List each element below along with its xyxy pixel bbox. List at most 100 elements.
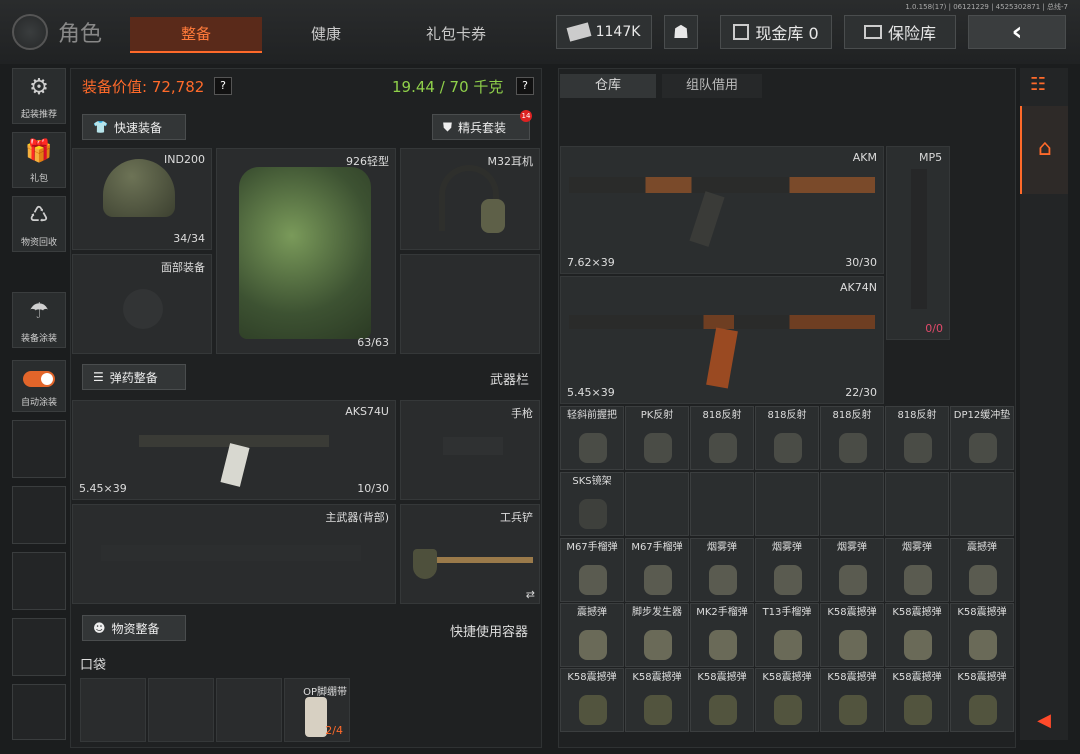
elite-badge: 14	[520, 110, 532, 122]
storage-cell[interactable]: K58震撼弹	[690, 668, 754, 732]
storage-cell[interactable]: K58震撼弹	[950, 603, 1014, 667]
pistol-slot[interactable]: 手枪	[400, 400, 540, 500]
collapse-button[interactable]: ◀	[1020, 702, 1068, 740]
storage-cell[interactable]: 818反射	[820, 406, 884, 470]
sidebar-item-paint[interactable]: ☂ 装备涂装	[12, 292, 66, 348]
storage-cell[interactable]: 烟雾弹	[820, 538, 884, 602]
headset-slot[interactable]: M32耳机	[400, 148, 540, 250]
storage-cell[interactable]: K58震撼弹	[885, 668, 949, 732]
elite-set-button[interactable]: ⛊ 精兵套装	[432, 114, 530, 140]
storage-cell[interactable]: 818反射	[690, 406, 754, 470]
storage-cell[interactable]: M67手榴弹	[560, 538, 624, 602]
empty-slot[interactable]	[400, 254, 540, 354]
storage-cell[interactable]: K58震撼弹	[755, 668, 819, 732]
ammo-prep-button[interactable]: ☰ 弹药整备	[82, 364, 186, 390]
safe-icon	[863, 25, 882, 39]
shield-icon: ⛊	[443, 119, 453, 134]
empty-storage-cell[interactable]	[885, 472, 949, 536]
storage-cell[interactable]: DP12缓冲垫	[950, 406, 1014, 470]
tab-equip[interactable]: 整备	[130, 17, 262, 53]
storage-cell[interactable]: 脚步发生器	[625, 603, 689, 667]
mp5-icon	[911, 169, 927, 309]
armor-slot[interactable]: 926轻型 63/63	[216, 148, 396, 354]
back-button[interactable]: ‹	[968, 15, 1066, 49]
primary-weapon-slot[interactable]: AKS74U 5.45×39 10/30	[72, 400, 396, 500]
storage-cell[interactable]: 烟雾弹	[885, 538, 949, 602]
value-help-icon[interactable]: ?	[214, 77, 232, 95]
storage-cell-label: 震撼弹	[967, 542, 997, 553]
storage-cell[interactable]: 震撼弹	[560, 603, 624, 667]
item-icon	[644, 630, 672, 660]
sidebar-item-gift[interactable]: 🎁 礼包	[12, 132, 66, 188]
weight-help-icon[interactable]: ?	[516, 77, 534, 95]
storage-cell[interactable]: SKS镜架	[560, 472, 624, 536]
helmet-slot[interactable]: IND200 34/34	[72, 148, 212, 250]
money-value: 1147K	[595, 24, 641, 40]
sidebar-item-recycle[interactable]: ♺ 物资回收	[12, 196, 66, 252]
empty-storage-cell[interactable]	[755, 472, 819, 536]
pocket-slot-4[interactable]: OP脚绷带 2/4	[284, 678, 350, 742]
storage-cell-label: 烟雾弹	[837, 542, 867, 553]
mp5-item[interactable]: MP5 0/0	[886, 146, 950, 340]
swap-icon[interactable]: ⇄	[526, 588, 535, 601]
tab-team-borrow[interactable]: 组队借用	[662, 74, 762, 98]
face-name: 面部装备	[161, 261, 205, 274]
akm-mag-icon	[689, 191, 725, 247]
pocket-label: 口袋	[80, 658, 107, 673]
empty-storage-cell[interactable]	[690, 472, 754, 536]
item-icon	[839, 565, 867, 595]
storage-cell[interactable]: K58震撼弹	[885, 603, 949, 667]
supply-prep-label: 物资整备	[111, 621, 160, 636]
melee-slot[interactable]: 工兵铲 ⇄	[400, 504, 540, 604]
storage-cell[interactable]: K58震撼弹	[820, 603, 884, 667]
storage-cell[interactable]: K58震撼弹	[625, 668, 689, 732]
storage-cell[interactable]: K58震撼弹	[820, 668, 884, 732]
sort-icon[interactable]: ☷	[1030, 74, 1046, 95]
storage-cell[interactable]: MK2手榴弹	[690, 603, 754, 667]
home-tab[interactable]: ⌂	[1020, 106, 1068, 194]
primary-name: AKS74U	[345, 405, 389, 418]
cash-vault-button[interactable]: 现金库 0	[720, 15, 832, 49]
operator-button[interactable]: ☗	[664, 15, 698, 49]
primary-ammo: 10/30	[357, 482, 389, 495]
safe-button[interactable]: 保险库	[844, 15, 956, 49]
empty-storage-cell[interactable]	[820, 472, 884, 536]
quick-equip-label: 快速装备	[113, 120, 162, 135]
sidebar-item-autopaint[interactable]: 自动涂装	[12, 360, 66, 412]
storage-cell[interactable]: 烟雾弹	[690, 538, 754, 602]
supply-prep-button[interactable]: ☻ 物资整备	[82, 615, 186, 641]
quick-equip-button[interactable]: 👕 快速装备	[82, 114, 186, 140]
gift-icon: 🎁	[25, 139, 53, 164]
storage-cell[interactable]: 818反射	[755, 406, 819, 470]
tab-health[interactable]: 健康	[262, 17, 390, 51]
item-icon	[904, 433, 932, 463]
item-icon	[579, 565, 607, 595]
storage-cell[interactable]: 震撼弹	[950, 538, 1014, 602]
back-weapon-slot[interactable]: 主武器(背部)	[72, 504, 396, 604]
pocket-slot-3[interactable]	[216, 678, 282, 742]
storage-cell[interactable]: PK反射	[625, 406, 689, 470]
storage-cell-label: DP12缓冲垫	[953, 410, 1011, 421]
storage-cell[interactable]: K58震撼弹	[560, 668, 624, 732]
empty-storage-cell[interactable]	[950, 472, 1014, 536]
rifle-silhouette-icon	[101, 545, 361, 561]
tab-storage[interactable]: 仓库	[560, 74, 656, 98]
storage-cell[interactable]: T13手榴弹	[755, 603, 819, 667]
face-slot[interactable]: 面部装备	[72, 254, 212, 354]
ak74n-item[interactable]: AK74N 5.45×39 22/30	[560, 276, 884, 404]
sidebar-item-recommend[interactable]: ⚙ 起装推荐	[12, 68, 66, 124]
akm-item[interactable]: AKM 7.62×39 30/30	[560, 146, 884, 274]
storage-cell[interactable]: 烟雾弹	[755, 538, 819, 602]
storage-cell[interactable]: 818反射	[885, 406, 949, 470]
storage-cell-label: 烟雾弹	[707, 542, 737, 553]
pocket-slot-1[interactable]	[80, 678, 146, 742]
empty-storage-cell[interactable]	[625, 472, 689, 536]
storage-cell[interactable]: M67手榴弹	[625, 538, 689, 602]
ak74n-body-icon	[569, 315, 875, 329]
tab-gift[interactable]: 礼包卡券	[390, 17, 522, 51]
pocket-slot-2[interactable]	[148, 678, 214, 742]
autopaint-toggle[interactable]	[23, 371, 55, 387]
sidebar-empty	[12, 618, 66, 676]
storage-cell[interactable]: K58震撼弹	[950, 668, 1014, 732]
storage-cell[interactable]: 轻斜前握把	[560, 406, 624, 470]
